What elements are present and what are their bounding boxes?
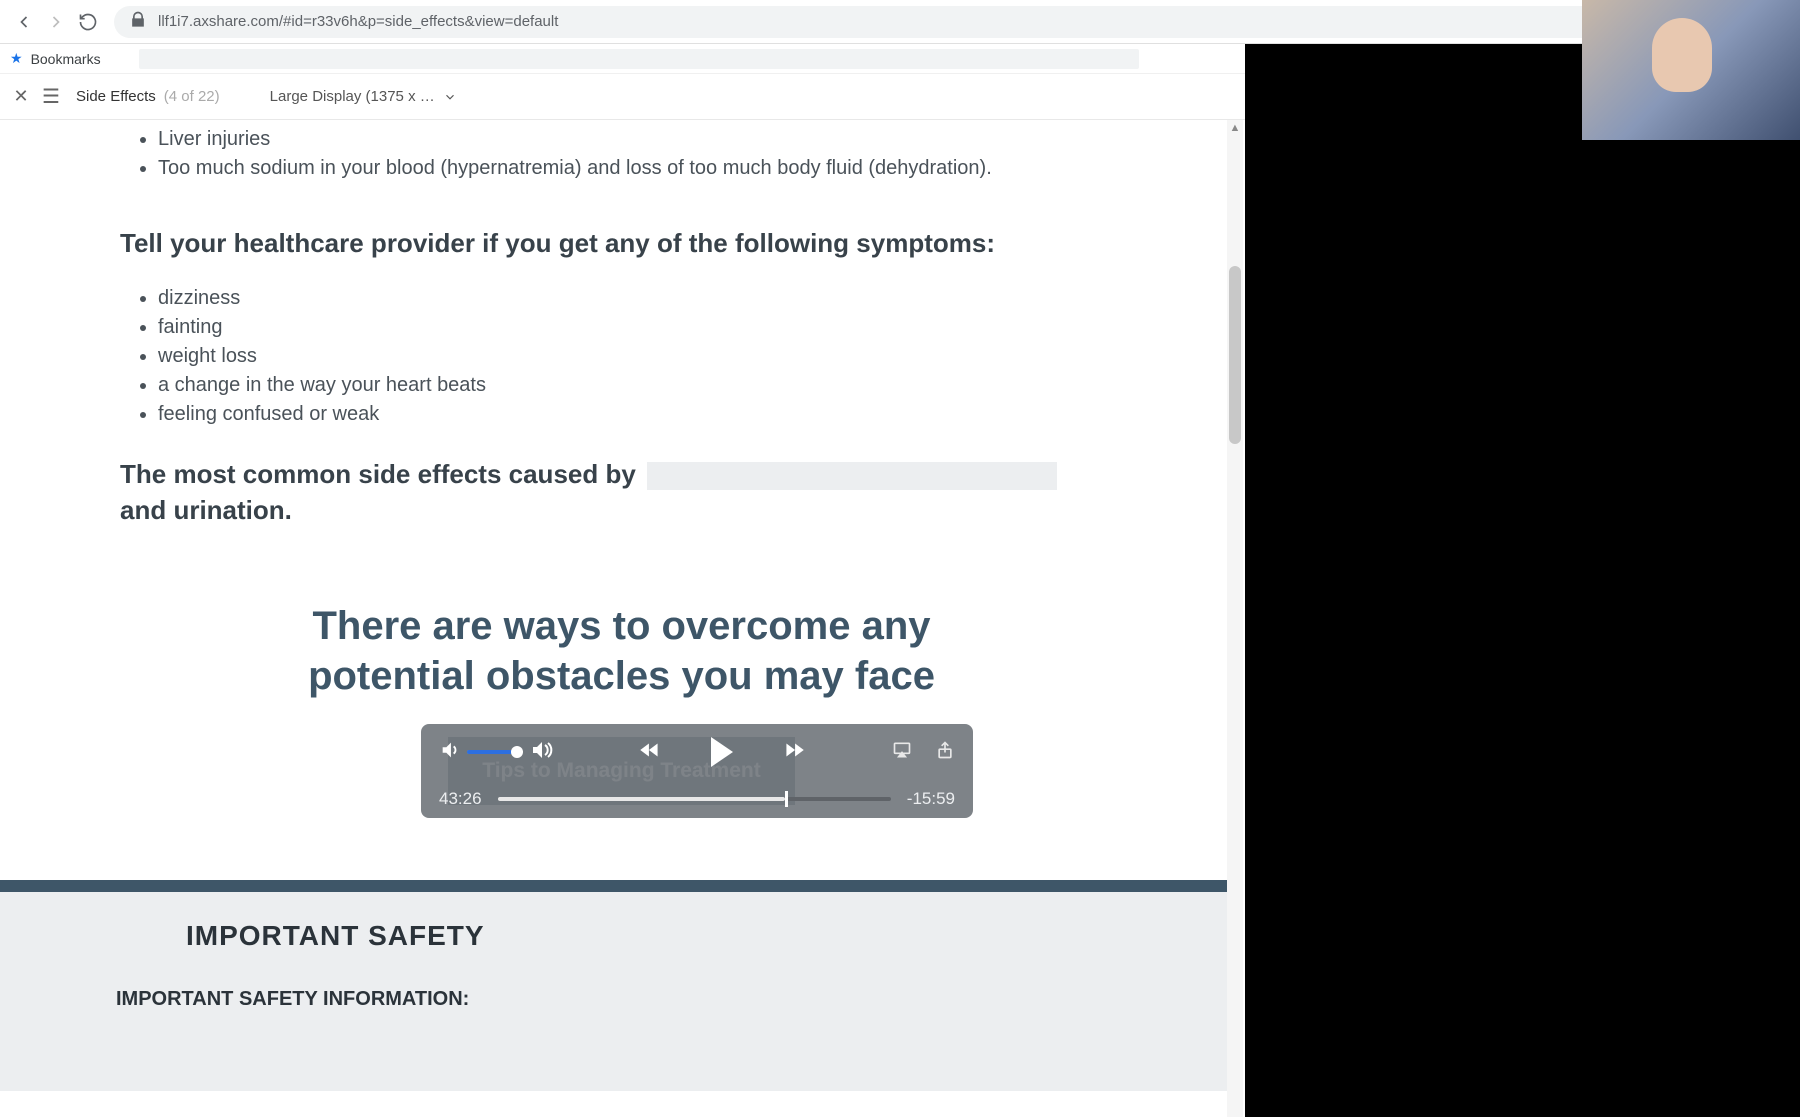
bookmarks-empty-area <box>139 49 1139 69</box>
top-list: Liver injuries Too much sodium in your b… <box>158 126 1123 182</box>
common-side-effects-text: The most common side effects caused by a… <box>120 456 1123 529</box>
list-item: weight loss <box>158 343 1123 370</box>
fast-forward-button[interactable] <box>779 737 809 768</box>
volume-max-icon[interactable] <box>529 738 553 767</box>
list-item: Liver injuries <box>158 126 1123 153</box>
bookmarks-label[interactable]: Bookmarks <box>31 51 101 67</box>
chevron-down-icon <box>443 90 457 104</box>
page-content: Liver injuries Too much sodium in your b… <box>0 126 1243 805</box>
page-title: Side Effects <box>76 88 156 105</box>
url-text: llf1i7.axshare.com/#id=r33v6h&p=side_eff… <box>158 13 558 30</box>
safety-heading-partial: IMPORTANT SAFETY <box>186 920 1111 952</box>
safety-divider <box>0 880 1227 892</box>
airplay-icon[interactable] <box>891 740 913 765</box>
hero-heading-line1: There are ways to overcome any <box>120 601 1123 651</box>
list-item: a change in the way your heart beats <box>158 372 1123 399</box>
axure-close-button[interactable]: ✕ <box>8 84 34 110</box>
nav-forward-button[interactable] <box>40 6 72 38</box>
nav-back-button[interactable] <box>8 6 40 38</box>
bookmark-item-star-icon: ★ <box>10 50 23 67</box>
media-player: 43:26 -15:59 <box>421 724 973 818</box>
webcam-thumbnail <box>1582 0 1800 140</box>
scrollbar-thumb[interactable] <box>1229 266 1241 444</box>
safety-heading-full: IMPORTANT SAFETY INFORMATION: <box>116 988 1111 1011</box>
browser-toolbar: llf1i7.axshare.com/#id=r33v6h&p=side_eff… <box>0 0 1800 44</box>
time-elapsed: 43:26 <box>439 789 482 809</box>
nav-reload-button[interactable] <box>72 6 104 38</box>
display-size-dropdown[interactable]: Large Display (1375 x … <box>270 88 457 105</box>
play-button[interactable] <box>711 737 733 767</box>
list-item: dizziness <box>158 285 1123 312</box>
share-icon[interactable] <box>935 739 955 766</box>
common-text-b: and urination. <box>120 495 292 525</box>
axure-menu-button[interactable]: ☰ <box>34 84 68 109</box>
common-text-a: The most common side effects caused by <box>120 459 636 489</box>
safety-section: IMPORTANT SAFETY IMPORTANT SAFETY INFORM… <box>0 892 1227 1091</box>
list-item: Too much sodium in your blood (hypernatr… <box>158 155 1123 182</box>
content-stage: Liver injuries Too much sodium in your b… <box>0 120 1243 1117</box>
hero-heading-line2: potential obstacles you may face <box>120 651 1123 701</box>
video-sidebar <box>1245 44 1800 1117</box>
address-bar[interactable]: llf1i7.axshare.com/#id=r33v6h&p=side_eff… <box>114 6 1684 38</box>
redacted-block <box>647 462 1057 490</box>
page-count: (4 of 22) <box>164 88 220 105</box>
timeline-slider[interactable] <box>498 797 891 801</box>
list-item: feeling confused or weak <box>158 401 1123 428</box>
symptoms-heading: Tell your healthcare provider if you get… <box>120 228 1123 259</box>
time-remaining: -15:59 <box>907 789 955 809</box>
volume-slider[interactable] <box>467 750 523 754</box>
vertical-scrollbar[interactable]: ▲ <box>1227 120 1243 1117</box>
display-size-label: Large Display (1375 x … <box>270 88 435 105</box>
list-item: fainting <box>158 314 1123 341</box>
scroll-up-arrow-icon[interactable]: ▲ <box>1227 120 1243 136</box>
symptoms-list: dizziness fainting weight loss a change … <box>158 285 1123 428</box>
lock-icon <box>128 10 148 34</box>
mute-icon[interactable] <box>439 739 461 766</box>
rewind-button[interactable] <box>635 737 665 768</box>
